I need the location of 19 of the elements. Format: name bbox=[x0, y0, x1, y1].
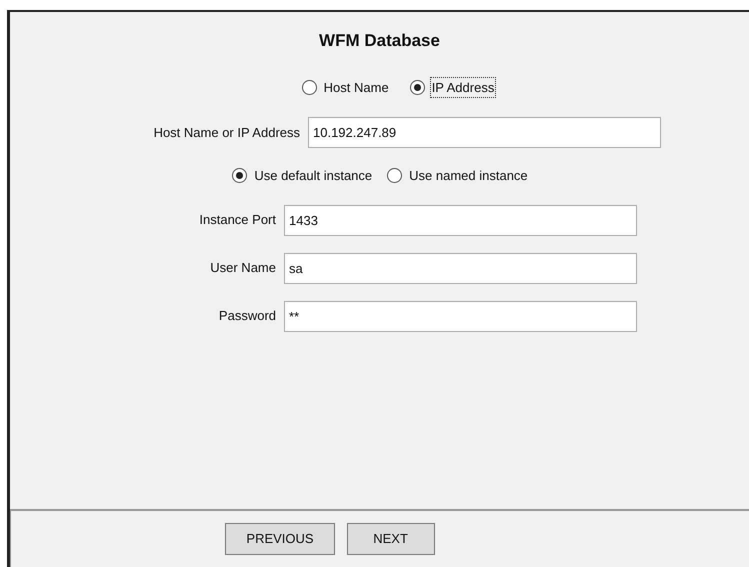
radio-option[interactable]: Use default instance bbox=[232, 166, 374, 186]
radio-button[interactable] bbox=[410, 80, 425, 95]
nav-button[interactable]: NEXT bbox=[346, 523, 435, 555]
dialog-title: WFM Database bbox=[319, 30, 440, 52]
radio-button[interactable] bbox=[387, 168, 402, 184]
field-label: Instance Port bbox=[198, 211, 277, 230]
nav-button[interactable]: PREVIOUS bbox=[225, 523, 335, 555]
radio-option[interactable]: IP Address bbox=[410, 78, 496, 97]
radio-button[interactable] bbox=[232, 168, 248, 184]
field-label: Password bbox=[218, 307, 277, 326]
radio-option[interactable]: Host Name bbox=[302, 78, 390, 97]
input-field[interactable]: sa bbox=[284, 252, 637, 284]
input-field[interactable]: ** bbox=[284, 300, 637, 332]
input-field[interactable]: 10.192.247.89 bbox=[308, 117, 661, 148]
field-label: User Name bbox=[209, 259, 277, 278]
radio-button[interactable] bbox=[302, 80, 317, 95]
radio-option[interactable]: Use named instance bbox=[387, 166, 529, 186]
input-field[interactable]: 1433 bbox=[284, 204, 637, 236]
field-label: Host Name or IP Address bbox=[152, 124, 301, 142]
